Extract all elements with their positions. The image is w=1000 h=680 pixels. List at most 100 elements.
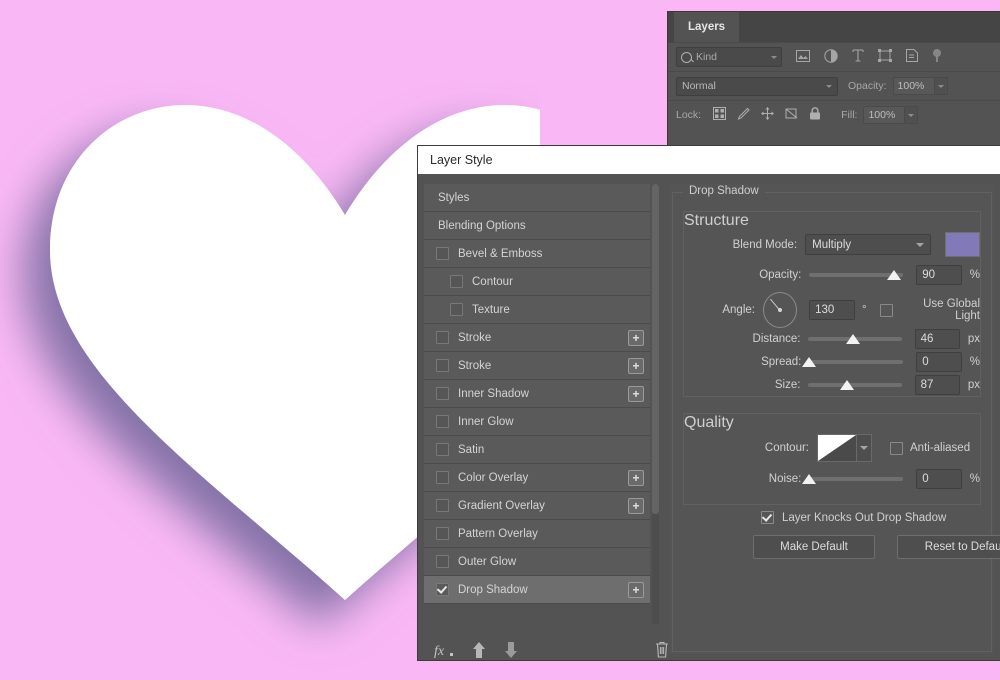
noise-slider[interactable] bbox=[802, 472, 904, 486]
add-effect-icon[interactable]: + bbox=[628, 470, 644, 486]
effect-label: Pattern Overlay bbox=[458, 527, 538, 540]
layers-opacity-value[interactable]: 100% bbox=[892, 77, 935, 95]
effect-checkbox[interactable] bbox=[436, 555, 449, 568]
size-slider[interactable] bbox=[808, 378, 902, 392]
layers-fill-value[interactable]: 100% bbox=[863, 106, 906, 124]
move-up-icon[interactable] bbox=[472, 641, 486, 663]
effect-row-styles[interactable]: Styles bbox=[424, 184, 650, 212]
effect-checkbox[interactable] bbox=[436, 387, 449, 400]
opacity-input[interactable]: 90 bbox=[916, 265, 962, 285]
blend-mode-select[interactable]: Multiply bbox=[805, 234, 931, 255]
layers-lock-label: Lock: bbox=[676, 109, 702, 121]
distance-label: Distance: bbox=[752, 333, 801, 345]
distance-slider-thumb[interactable] bbox=[846, 334, 861, 344]
add-effect-icon[interactable]: + bbox=[628, 330, 644, 346]
effect-row-texture[interactable]: Texture bbox=[424, 296, 650, 324]
add-effect-icon[interactable]: + bbox=[628, 582, 644, 598]
effect-label: Stroke bbox=[458, 359, 492, 372]
layers-blend-mode-select[interactable]: Normal bbox=[676, 76, 838, 96]
fx-icon[interactable]: fx bbox=[434, 641, 454, 664]
adjustment-filter-icon[interactable] bbox=[824, 48, 838, 66]
shadow-color-swatch[interactable] bbox=[944, 232, 980, 257]
effect-row-contour[interactable]: Contour bbox=[424, 268, 650, 296]
dialog-title: Layer Style bbox=[430, 153, 493, 167]
size-slider-thumb[interactable] bbox=[839, 380, 854, 390]
effect-row-stroke[interactable]: Stroke + bbox=[424, 324, 650, 352]
effects-list-toolbar: fx bbox=[424, 636, 679, 668]
tab-layers[interactable]: Layers bbox=[674, 12, 740, 42]
add-effect-icon[interactable]: + bbox=[628, 358, 644, 374]
effect-checkbox[interactable] bbox=[436, 359, 449, 372]
effect-checkbox[interactable] bbox=[436, 527, 449, 540]
layers-opacity-stepper[interactable] bbox=[934, 77, 948, 95]
layer-style-titlebar[interactable]: Layer Style bbox=[418, 146, 1000, 174]
opacity-slider-thumb[interactable] bbox=[886, 270, 901, 280]
move-down-icon[interactable] bbox=[504, 641, 518, 663]
lock-position-icon[interactable] bbox=[761, 107, 775, 123]
lock-artboard-nesting-icon[interactable] bbox=[785, 107, 798, 123]
effect-row-blending-options[interactable]: Blending Options bbox=[424, 212, 650, 240]
reset-to-default-button[interactable]: Reset to Default bbox=[897, 535, 1000, 559]
effect-row-drop-shadow[interactable]: Drop Shadow + bbox=[424, 576, 650, 604]
effect-row-color-overlay[interactable]: Color Overlay + bbox=[424, 464, 650, 492]
linear-contour-icon[interactable] bbox=[817, 434, 857, 462]
distance-input[interactable]: 46 bbox=[914, 329, 960, 349]
opacity-slider[interactable] bbox=[809, 268, 904, 282]
effect-label: Outer Glow bbox=[458, 555, 517, 568]
noise-slider-thumb[interactable] bbox=[802, 474, 817, 484]
filter-toggle-icon[interactable] bbox=[932, 48, 942, 66]
angle-dial[interactable] bbox=[762, 292, 798, 328]
anti-aliased-label: Anti-aliased bbox=[910, 442, 971, 454]
image-filter-icon[interactable] bbox=[796, 49, 810, 65]
effect-checkbox[interactable] bbox=[436, 331, 449, 344]
lock-all-icon[interactable] bbox=[809, 107, 821, 123]
lock-transparent-pixels-icon[interactable] bbox=[713, 107, 727, 123]
effect-checkbox[interactable] bbox=[436, 583, 449, 596]
size-input[interactable]: 87 bbox=[914, 375, 960, 395]
effect-checkbox[interactable] bbox=[436, 471, 449, 484]
effect-row-inner-glow[interactable]: Inner Glow bbox=[424, 408, 650, 436]
use-global-light-checkbox[interactable] bbox=[879, 303, 893, 317]
anti-aliased-checkbox[interactable] bbox=[890, 441, 903, 455]
effect-checkbox[interactable] bbox=[436, 443, 449, 456]
effect-row-bevel-emboss[interactable]: Bevel & Emboss bbox=[424, 240, 650, 268]
layer-filter-input[interactable]: Kind bbox=[676, 47, 782, 67]
effect-label: Gradient Overlay bbox=[458, 499, 545, 512]
effect-row-gradient-overlay[interactable]: Gradient Overlay + bbox=[424, 492, 650, 520]
shape-filter-icon[interactable] bbox=[878, 49, 892, 65]
effects-list-scrollbar[interactable] bbox=[652, 184, 659, 624]
noise-unit: % bbox=[969, 473, 980, 485]
blend-mode-value: Multiply bbox=[812, 238, 852, 251]
noise-label: Noise: bbox=[768, 473, 802, 485]
size-label: Size: bbox=[774, 379, 801, 391]
layers-blend-row: Normal Opacity: 100% bbox=[668, 71, 1000, 100]
noise-input[interactable]: 0 bbox=[916, 469, 962, 489]
spread-slider[interactable] bbox=[802, 355, 904, 369]
angle-input[interactable]: 130 bbox=[809, 300, 855, 320]
effect-row-inner-shadow[interactable]: Inner Shadow + bbox=[424, 380, 650, 408]
type-filter-icon[interactable] bbox=[852, 49, 864, 65]
effect-checkbox[interactable] bbox=[436, 499, 449, 512]
contour-preset-dropdown[interactable] bbox=[857, 434, 872, 462]
layer-knocks-out-checkbox[interactable] bbox=[761, 511, 774, 524]
spread-slider-thumb[interactable] bbox=[802, 357, 817, 367]
effect-checkbox[interactable] bbox=[436, 415, 449, 428]
structure-group: Structure Blend Mode: Multiply Opacity: bbox=[683, 211, 981, 397]
effect-row-pattern-overlay[interactable]: Pattern Overlay bbox=[424, 520, 650, 548]
scrollbar-thumb[interactable] bbox=[652, 184, 659, 514]
effect-checkbox[interactable] bbox=[450, 303, 463, 316]
lock-image-pixels-icon[interactable] bbox=[737, 107, 750, 123]
add-effect-icon[interactable]: + bbox=[628, 498, 644, 514]
effect-row-satin[interactable]: Satin bbox=[424, 436, 650, 464]
add-effect-icon[interactable]: + bbox=[628, 386, 644, 402]
make-default-button[interactable]: Make Default bbox=[753, 535, 875, 559]
effect-checkbox[interactable] bbox=[450, 275, 463, 288]
smart-object-filter-icon[interactable] bbox=[906, 49, 918, 65]
chevron-down-icon bbox=[771, 55, 777, 59]
effect-row-stroke[interactable]: Stroke + bbox=[424, 352, 650, 380]
spread-input[interactable]: 0 bbox=[916, 352, 962, 372]
layers-fill-stepper[interactable] bbox=[905, 106, 919, 124]
distance-slider[interactable] bbox=[808, 332, 902, 346]
effect-row-outer-glow[interactable]: Outer Glow bbox=[424, 548, 650, 576]
effect-checkbox[interactable] bbox=[436, 247, 449, 260]
